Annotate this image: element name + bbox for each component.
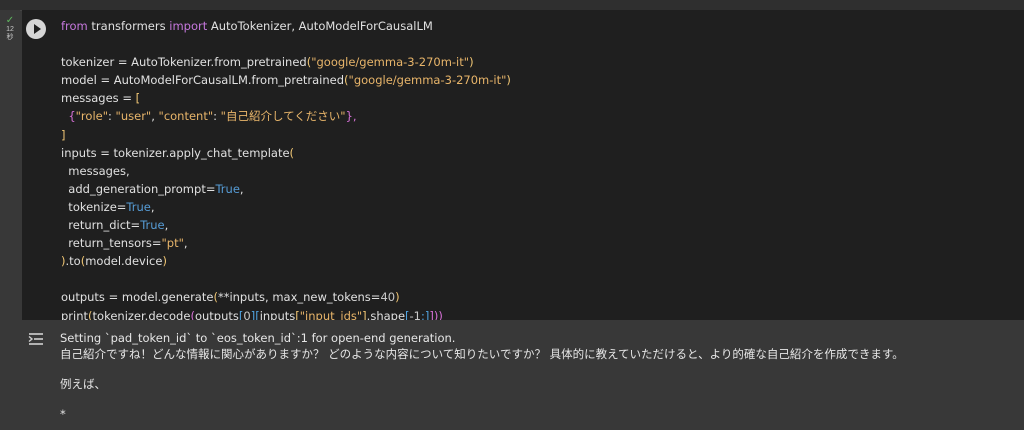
output-bullet-line: *: [60, 407, 66, 421]
execution-time-unit: 秒: [6, 34, 14, 41]
execution-time-value: 12: [6, 26, 14, 33]
code-line: model = AutoModelForCausalLM.from_pretra…: [61, 73, 511, 88]
code-line: outputs = model.generate(**inputs, max_n…: [61, 290, 400, 305]
code-line: return_dict=True,: [61, 218, 169, 233]
code-line: {"role": "user", "content": "自己紹介してください"…: [68, 109, 357, 124]
code-line: tokenizer = AutoTokenizer.from_pretraine…: [61, 55, 474, 70]
code-line: messages = [: [61, 91, 141, 106]
output-response-line: 自己紹介ですね！どんな情報に関心がありますか？ どのような内容について知りたいで…: [60, 347, 904, 361]
check-icon: ✓: [5, 15, 15, 26]
output-example-line: 例えば、: [60, 377, 106, 391]
code-line: ]: [61, 127, 66, 142]
code-line: ).to(model.device): [61, 254, 167, 269]
code-line: add_generation_prompt=True,: [61, 181, 244, 196]
code-line: from transformers import AutoTokenizer, …: [61, 19, 433, 33]
code-line: messages,: [61, 163, 130, 178]
output-toggle-icon-svg: [28, 333, 43, 345]
play-icon[interactable]: [26, 19, 46, 39]
code-line: tokenize=True,: [61, 199, 155, 214]
execution-status: ✓ 12 秒: [2, 16, 18, 42]
code-line: return_tensors="pt",: [61, 236, 188, 251]
output-toggle-icon[interactable]: [28, 332, 44, 346]
output-warning-line: Setting `pad_token_id` to `eos_token_id`…: [60, 331, 456, 345]
code-editor[interactable]: from transformers import AutoTokenizer, …: [61, 17, 511, 325]
code-line: inputs = tokenizer.apply_chat_template(: [61, 145, 295, 160]
cell-gutter: [0, 10, 20, 430]
